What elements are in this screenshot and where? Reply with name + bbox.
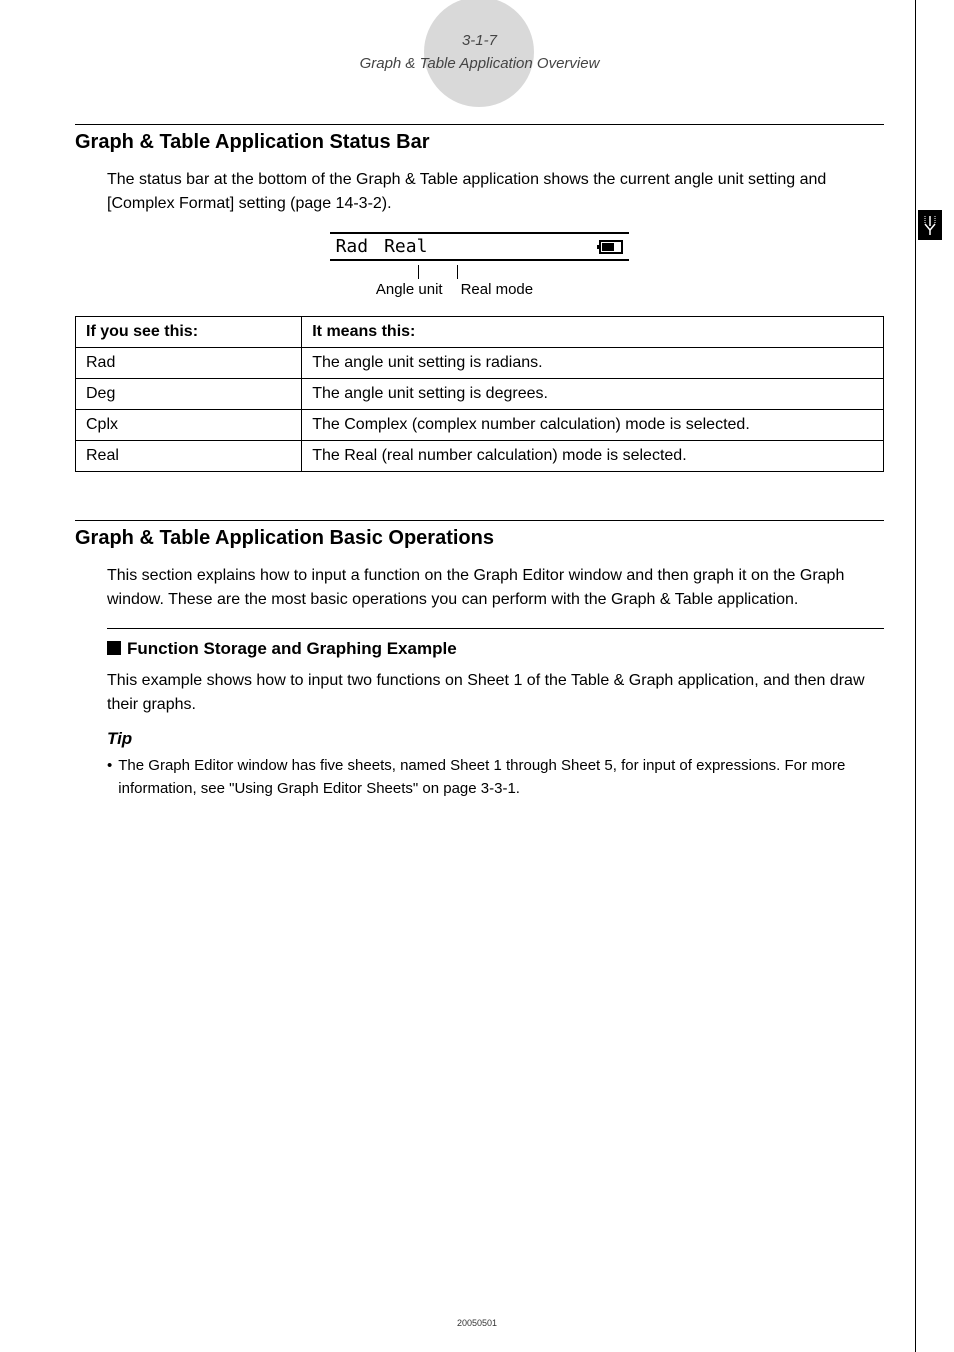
table-cell: The Complex (complex number calculation)…	[302, 410, 884, 441]
right-margin-rule	[915, 0, 916, 1352]
table-cell: The angle unit setting is degrees.	[302, 379, 884, 410]
table-row: Real The Real (real number calculation) …	[76, 441, 884, 472]
callout-angle-unit: Angle unit	[376, 281, 443, 298]
tip-label: Tip	[107, 729, 884, 749]
tip-text: The Graph Editor window has five sheets,…	[118, 755, 884, 800]
section1-intro: The status bar at the bottom of the Grap…	[107, 168, 884, 216]
callout-real-mode: Real mode	[461, 281, 534, 298]
section-rule	[75, 124, 884, 125]
section1-heading: Graph & Table Application Status Bar	[75, 131, 884, 154]
table-cell: Deg	[76, 379, 302, 410]
page-content: 3-1-7 Graph & Table Application Overview…	[0, 0, 954, 1352]
page-header: 3-1-7 Graph & Table Application Overview	[75, 30, 884, 74]
statusbar-callouts: Angle unit Real mode	[75, 265, 884, 298]
table-row: Deg The angle unit setting is degrees.	[76, 379, 884, 410]
tip-body: • The Graph Editor window has five sheet…	[107, 755, 884, 800]
table-header-col2: It means this:	[302, 317, 884, 348]
section2-intro: This section explains how to input a fun…	[107, 564, 884, 612]
statusbar-mode: Real	[384, 236, 427, 257]
side-tab-icon	[918, 210, 942, 240]
table-cell: Rad	[76, 348, 302, 379]
table-cell: The Real (real number calculation) mode …	[302, 441, 884, 472]
table-cell: The angle unit setting is radians.	[302, 348, 884, 379]
subsection-rule	[107, 628, 884, 629]
page-number: 3-1-7	[360, 30, 600, 51]
table-cell: Real	[76, 441, 302, 472]
table-cell: Cplx	[76, 410, 302, 441]
page-header-title: Graph & Table Application Overview	[360, 55, 600, 72]
subsection-heading-text: Function Storage and Graphing Example	[127, 639, 457, 658]
section2-heading: Graph & Table Application Basic Operatio…	[75, 527, 884, 550]
subsection-heading: Function Storage and Graphing Example	[107, 639, 884, 659]
table-header-col1: If you see this:	[76, 317, 302, 348]
section-rule	[75, 520, 884, 521]
table-row: Rad The angle unit setting is radians.	[76, 348, 884, 379]
bullet-icon: •	[107, 755, 112, 800]
statusbar-angle: Rad	[336, 236, 369, 257]
square-bullet-icon	[107, 641, 121, 655]
battery-icon	[599, 240, 623, 254]
subsection-intro: This example shows how to input two func…	[107, 669, 884, 717]
table-row: Cplx The Complex (complex number calcula…	[76, 410, 884, 441]
statusbar-illustration: Rad Real	[75, 232, 884, 261]
status-meaning-table: If you see this: It means this: Rad The …	[75, 316, 884, 472]
footer-code: 20050501	[0, 1318, 954, 1328]
